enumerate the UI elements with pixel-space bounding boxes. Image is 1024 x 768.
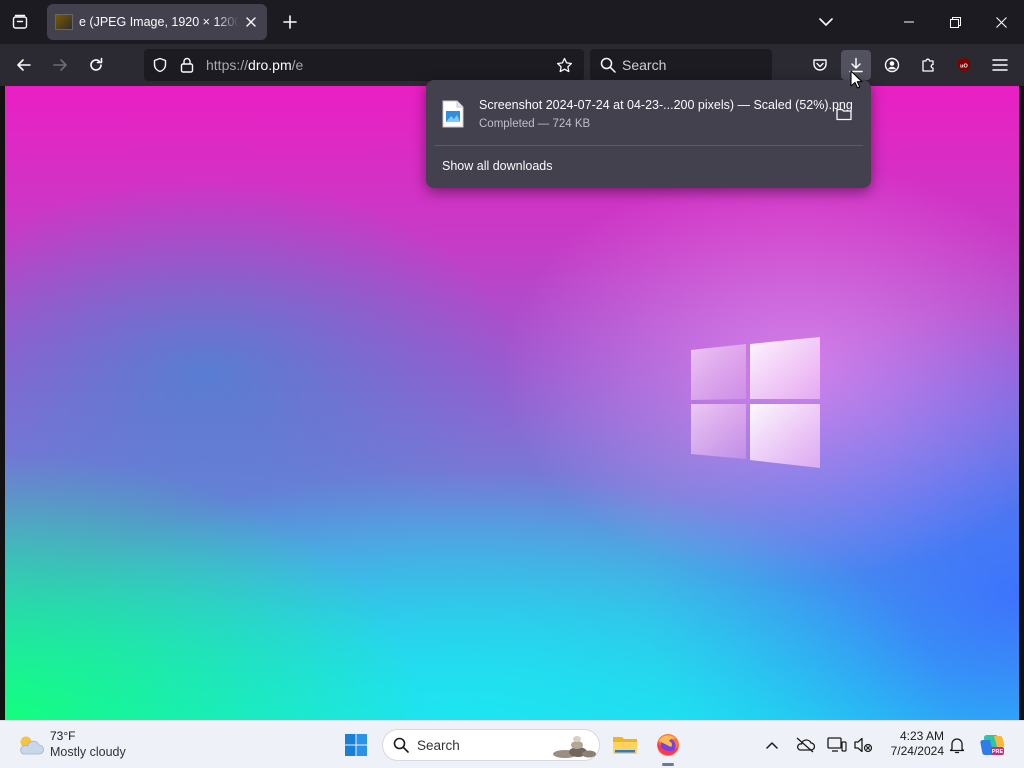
minimize-icon: [904, 21, 914, 23]
url-path: /e: [291, 57, 304, 73]
ublock-origin-button[interactable]: uO: [949, 50, 979, 80]
firefox-running-indicator: [662, 763, 674, 766]
tab-list-button[interactable]: [5, 7, 35, 37]
clock-time: 4:23 AM: [899, 729, 944, 743]
show-all-downloads-button[interactable]: Show all downloads: [442, 159, 553, 173]
new-tab-button[interactable]: [275, 7, 305, 37]
search-placeholder: Search: [622, 57, 667, 73]
copilot-icon: PRE: [980, 735, 1005, 755]
restore-button[interactable]: [932, 0, 978, 44]
taskbar-clock[interactable]: 4:23 AM 7/24/2024: [878, 729, 944, 759]
taskbar-file-explorer[interactable]: [608, 729, 642, 761]
url-host: dro.pm: [248, 57, 292, 73]
tab-jpeg-image[interactable]: e (JPEG Image, 1920 × 1200 pixels): [47, 4, 267, 40]
weather-condition: Mostly cloudy: [50, 745, 126, 759]
file-explorer-folder-icon: [613, 737, 637, 754]
lock-icon[interactable]: [180, 57, 194, 73]
reload-button[interactable]: [81, 50, 111, 80]
search-highlight-stones-icon: [553, 736, 596, 758]
download-item[interactable]: Screenshot 2024-07-24 at 04-23-...200 pi…: [434, 88, 863, 140]
tab-list-icon: [12, 14, 28, 29]
speaker-muted-icon: [854, 737, 873, 753]
copilot-button[interactable]: PRE: [978, 731, 1006, 759]
plus-icon: [283, 15, 297, 29]
minimize-button[interactable]: [886, 0, 932, 44]
panel-separator: [434, 145, 863, 146]
taskbar-firefox[interactable]: [651, 729, 685, 761]
image-favicon-icon: [55, 14, 73, 30]
download-status: Completed — 724 KB: [479, 118, 591, 130]
back-arrow-icon: [17, 59, 31, 71]
search-icon: [393, 737, 409, 753]
reload-icon: [90, 57, 103, 71]
partly-cloudy-icon: [20, 736, 44, 755]
close-icon: [246, 17, 256, 27]
chevron-up-icon: [766, 742, 778, 749]
search-icon: [600, 57, 616, 73]
download-filename: Screenshot 2024-07-24 at 04-23-...200 pi…: [479, 98, 853, 112]
window-close-button[interactable]: [978, 0, 1024, 44]
downloads-panel: Screenshot 2024-07-24 at 04-23-...200 pi…: [426, 80, 871, 188]
onedrive-tray-icon[interactable]: [793, 733, 817, 757]
monitor-icon: [827, 737, 847, 752]
url-text: https://dro.pm/e: [206, 57, 303, 73]
bell-icon: [949, 738, 965, 754]
tracking-protection-shield-icon[interactable]: [152, 57, 168, 73]
bookmark-star-icon[interactable]: [556, 57, 573, 74]
account-button[interactable]: [877, 50, 907, 80]
taskbar-search-box[interactable]: Search: [382, 729, 600, 761]
forward-button[interactable]: [45, 50, 75, 80]
url-bar[interactable]: https://dro.pm/e: [144, 49, 584, 81]
app-menu-button[interactable]: [985, 50, 1015, 80]
extensions-button[interactable]: [913, 50, 943, 80]
folder-icon: [836, 108, 852, 121]
firefox-icon: [657, 734, 679, 756]
windows-taskbar: 73°F Mostly cloudy Search 4:23 AM 7/24/2…: [0, 720, 1024, 768]
start-button[interactable]: [339, 729, 373, 761]
weather-widget[interactable]: 73°F Mostly cloudy: [14, 729, 154, 761]
display-tray-icon[interactable]: [825, 733, 849, 757]
account-icon: [884, 57, 900, 73]
hamburger-menu-icon: [992, 59, 1008, 71]
volume-tray-icon[interactable]: [851, 733, 875, 757]
close-icon: [995, 16, 1007, 28]
forward-arrow-icon: [53, 59, 67, 71]
search-bar[interactable]: Search: [590, 49, 772, 81]
pocket-button[interactable]: [805, 50, 835, 80]
show-hidden-icons-button[interactable]: [760, 733, 784, 757]
svg-text:PRE: PRE: [992, 749, 1004, 755]
cloud-offline-icon: [796, 737, 815, 753]
pocket-icon: [813, 59, 827, 71]
png-file-icon: [442, 100, 464, 128]
chevron-down-icon: [819, 18, 833, 26]
mouse-cursor-icon: [850, 70, 863, 89]
clock-date: 7/24/2024: [890, 744, 944, 758]
tab-title: e (JPEG Image, 1920 × 1200 pixels): [79, 15, 239, 29]
svg-text:uO: uO: [960, 64, 968, 70]
weather-temperature: 73°F: [50, 729, 76, 743]
back-button[interactable]: [9, 50, 39, 80]
ublock-origin-icon: uO: [958, 58, 970, 72]
taskbar-search-placeholder: Search: [417, 738, 460, 753]
restore-icon: [949, 16, 961, 28]
show-in-folder-button[interactable]: [832, 102, 856, 126]
tab-close-button[interactable]: [243, 14, 259, 30]
url-scheme: https://: [206, 57, 249, 73]
windows-start-icon: [345, 734, 367, 756]
puzzle-piece-icon: [922, 58, 934, 72]
list-all-tabs-button[interactable]: [811, 7, 841, 37]
notifications-button[interactable]: [945, 733, 969, 757]
tab-strip: e (JPEG Image, 1920 × 1200 pixels): [0, 0, 1024, 44]
